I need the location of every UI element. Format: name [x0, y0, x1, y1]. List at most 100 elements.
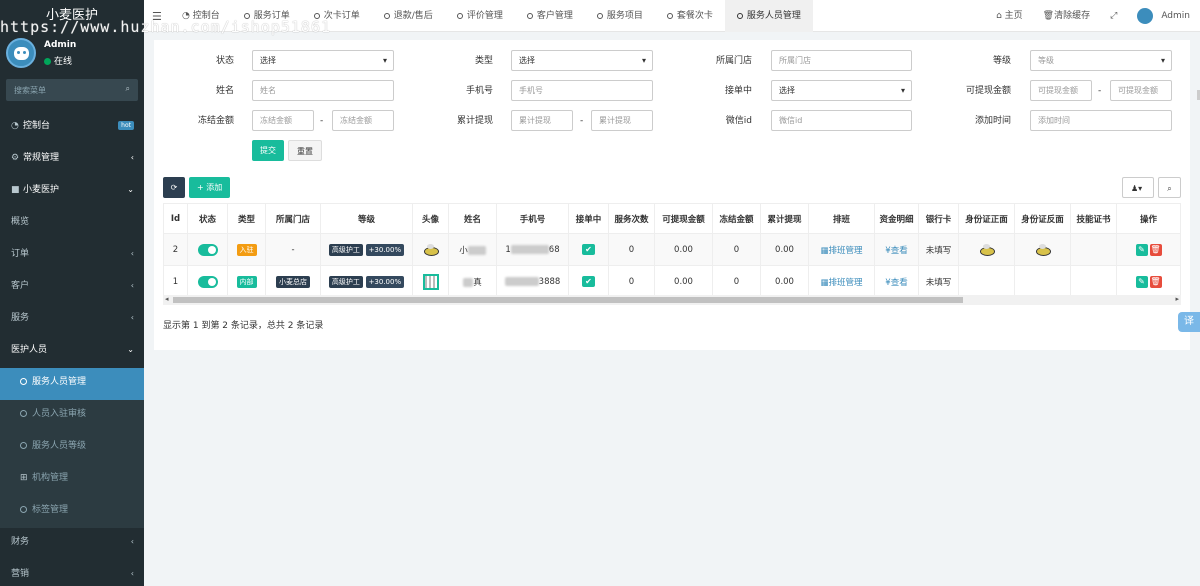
reset-button[interactable]: 重置: [288, 140, 322, 161]
schedule-link[interactable]: ▦排班管理: [820, 246, 862, 256]
sidebar-item-marketing[interactable]: 营销 ‹: [0, 560, 144, 586]
user-panel: Admin 在线: [6, 38, 144, 72]
status-toggle[interactable]: [197, 275, 218, 288]
submit-button[interactable]: 提交: [252, 140, 284, 161]
sidebar-item-customers[interactable]: 客户 ‹: [0, 272, 144, 304]
user-status: 在线: [44, 54, 72, 67]
sidebar-item-org-mgmt[interactable]: ⊞ 机构管理: [0, 464, 144, 496]
filter-wechat-input[interactable]: 微信id: [771, 110, 912, 131]
status-toggle[interactable]: [197, 243, 218, 256]
rate-badge: +30.00%: [365, 275, 405, 288]
filter-store-input[interactable]: 所属门店: [771, 50, 912, 71]
col-service-count: 服务次数: [608, 203, 655, 234]
range-dash: -: [1098, 86, 1102, 96]
redaction-blur: [510, 244, 549, 254]
home-link[interactable]: ⌂ 主页: [986, 0, 1033, 32]
delete-button[interactable]: 🗑: [1149, 243, 1162, 256]
filter-withdrawable-min[interactable]: 可提现金额: [1030, 80, 1092, 101]
filter-type-select[interactable]: 选择: [511, 50, 653, 71]
filter-added-input[interactable]: 添加时间: [1030, 110, 1172, 131]
admin-menu[interactable]: Admin: [1127, 0, 1200, 32]
chevron-left-icon: ‹: [130, 537, 134, 546]
col-id-front: 身份证正面: [958, 203, 1015, 234]
avatar-thumbnail[interactable]: [422, 243, 440, 257]
filter-status-select[interactable]: 选择: [252, 50, 394, 71]
delete-button[interactable]: 🗑: [1149, 275, 1162, 288]
rate-badge: +30.00%: [365, 243, 405, 256]
col-frozen: 冻结金额: [712, 203, 761, 234]
filter-label-name: 姓名: [215, 86, 234, 96]
sidebar-item-staff-level[interactable]: 服务人员等级: [0, 432, 144, 464]
tab-service-items[interactable]: 服务项目: [585, 0, 655, 32]
cell-name: 小: [459, 245, 468, 256]
menu-search-input[interactable]: 搜索菜单 ⌕: [6, 79, 138, 101]
tab-refunds[interactable]: 退款/售后: [372, 0, 445, 32]
export-button[interactable]: ♟▾: [1122, 177, 1154, 198]
schedule-link[interactable]: ▦排班管理: [820, 278, 862, 288]
filter-accepting-select[interactable]: 选择: [771, 80, 912, 101]
search-toggle-button[interactable]: ⌕: [1158, 177, 1181, 198]
fund-detail-link[interactable]: ¥查看: [885, 246, 907, 256]
translate-button[interactable]: 译: [1178, 312, 1200, 332]
clear-cache-button[interactable]: 🗑清除缓存: [1033, 0, 1100, 32]
filter-label-added: 添加时间: [974, 116, 1011, 126]
filter-phone-input[interactable]: 手机号: [511, 80, 653, 101]
tab-reviews[interactable]: 评价管理: [445, 0, 515, 32]
filter-total-withdraw-min[interactable]: 累计提现: [511, 110, 573, 131]
add-button[interactable]: + 添加: [189, 177, 231, 198]
filter-label-accepting: 接单中: [724, 86, 752, 96]
range-dash: -: [580, 116, 584, 126]
col-id-back: 身份证反面: [1014, 203, 1071, 234]
sidebar-item-dashboard[interactable]: ◔ 控制台 hot: [0, 112, 144, 144]
scroll-left-icon[interactable]: ◂: [165, 295, 169, 303]
filter-level-select[interactable]: 等级: [1030, 50, 1172, 71]
edit-button[interactable]: ✎: [1135, 275, 1148, 288]
col-phone: 手机号: [496, 203, 569, 234]
filter-withdrawable-max[interactable]: 可提现金额: [1110, 80, 1172, 101]
sidebar-item-general[interactable]: ⚙ 常规管理 ‹: [0, 144, 144, 176]
horizontal-scrollbar[interactable]: ◂ ▸: [163, 295, 1181, 305]
filter-label-wechat: 微信id: [725, 116, 752, 126]
sidebar-item-staff-audit[interactable]: 人员入驻审核: [0, 400, 144, 432]
sidebar-item-services[interactable]: 服务 ‹: [0, 304, 144, 336]
sidebar-item-staff-mgmt[interactable]: 服务人员管理: [0, 368, 144, 400]
cell-id: 2: [163, 233, 188, 266]
sidebar-item-finance[interactable]: 财务 ‹: [0, 528, 144, 560]
level-badge: 高级护工: [328, 243, 363, 256]
sidebar-item-overview[interactable]: 概览: [0, 208, 144, 240]
tab-customers[interactable]: 客户管理: [515, 0, 585, 32]
scroll-right-icon[interactable]: ▸: [1175, 295, 1179, 303]
id-front-thumbnail[interactable]: [978, 243, 996, 257]
tab-staff-mgmt[interactable]: 服务人员管理: [724, 0, 813, 32]
cell-store: -: [265, 233, 321, 266]
hot-badge: hot: [118, 121, 134, 130]
sidebar-item-tag-mgmt[interactable]: 标签管理: [0, 496, 144, 528]
refresh-button[interactable]: ⟳: [163, 177, 185, 198]
circle-icon: [383, 13, 390, 19]
circle-icon: [20, 506, 27, 513]
calendar-icon: ▦: [820, 277, 829, 288]
trash-icon: 🗑: [1042, 11, 1055, 21]
filter-total-withdraw-max[interactable]: 累计提现: [591, 110, 653, 131]
filter-name-input[interactable]: 姓名: [252, 80, 394, 101]
fund-detail-link[interactable]: ¥查看: [885, 278, 907, 288]
filter-frozen-max[interactable]: 冻结金额: [332, 110, 394, 131]
sidebar-item-xiaomai[interactable]: ■ 小麦医护 ⌄: [0, 176, 144, 208]
sidebar-item-medical[interactable]: 医护人员 ⌄: [0, 336, 144, 368]
id-back-thumbnail[interactable]: [1034, 243, 1052, 257]
col-accepting: 接单中: [568, 203, 609, 234]
edit-button[interactable]: ✎: [1135, 243, 1148, 256]
filter-frozen-min[interactable]: 冻结金额: [252, 110, 314, 131]
col-schedule: 排班: [808, 203, 875, 234]
avatar-thumbnail[interactable]: [422, 273, 439, 290]
tab-packages[interactable]: 套餐次卡: [655, 0, 725, 32]
col-id[interactable]: Id: [163, 203, 188, 234]
fullscreen-button[interactable]: ⤢: [1100, 0, 1127, 32]
sidebar-item-orders[interactable]: 订单 ‹: [0, 240, 144, 272]
redaction-blur: [467, 245, 486, 255]
filter-label-phone: 手机号: [465, 86, 493, 96]
scrollbar-thumb[interactable]: [173, 297, 963, 303]
sitemap-icon: ⊞: [20, 473, 28, 483]
cell-service-count: 0: [608, 233, 655, 266]
cell-phone-tail: 3888: [538, 276, 561, 287]
